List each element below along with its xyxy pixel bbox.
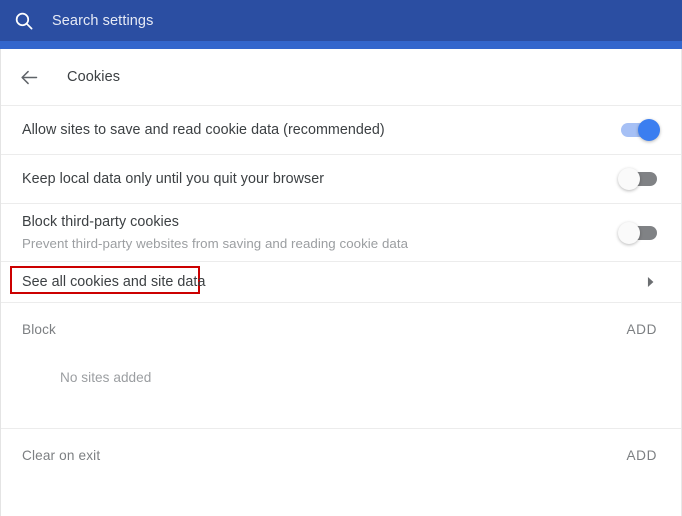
block-empty-message: No sites added bbox=[60, 370, 152, 385]
add-clear-on-exit-button[interactable]: ADD bbox=[626, 448, 657, 463]
toggle-knob bbox=[638, 119, 660, 141]
setting-row-text-group: Allow sites to save and read cookie data… bbox=[22, 120, 385, 140]
setting-row-text-group: Keep local data only until you quit your… bbox=[22, 169, 324, 189]
toggle-knob bbox=[618, 168, 640, 190]
setting-sublabel: Prevent third-party websites from saving… bbox=[22, 236, 409, 251]
see-all-cookies-label[interactable]: See all cookies and site data bbox=[22, 274, 205, 290]
setting-label: Block third-party cookies bbox=[22, 214, 179, 230]
section-header-block: Block ADD bbox=[1, 302, 681, 355]
toggle-keep-local-data[interactable] bbox=[618, 168, 657, 190]
search-input-placeholder[interactable]: Search settings bbox=[52, 13, 153, 29]
setting-row-keep-local-data[interactable]: Keep local data only until you quit your… bbox=[1, 154, 681, 203]
setting-label: Keep local data only until you quit your… bbox=[22, 171, 325, 187]
toggle-block-third-party[interactable] bbox=[618, 221, 657, 244]
add-block-button[interactable]: ADD bbox=[626, 322, 657, 337]
setting-row-block-third-party[interactable]: Block third-party cookies Prevent third-… bbox=[1, 203, 681, 261]
search-icon[interactable] bbox=[13, 10, 35, 32]
toggle-allow-cookies[interactable] bbox=[621, 119, 660, 141]
section-title: Clear on exit bbox=[22, 447, 101, 463]
setting-row-text-group: Block third-party cookies Prevent third-… bbox=[22, 212, 408, 253]
page-subheader: Cookies bbox=[1, 49, 681, 105]
toggle-knob bbox=[618, 221, 640, 244]
setting-label: Allow sites to save and read cookie data… bbox=[22, 122, 385, 138]
chevron-right-icon[interactable] bbox=[646, 276, 655, 288]
setting-row-allow-cookies[interactable]: Allow sites to save and read cookie data… bbox=[1, 105, 681, 154]
topbar-accent-strip bbox=[0, 41, 682, 49]
section-title: Block bbox=[22, 321, 56, 337]
search-bar[interactable]: Search settings bbox=[0, 0, 682, 41]
see-all-cookies-row[interactable]: See all cookies and site data bbox=[1, 261, 681, 302]
section-header-clear-on-exit: Clear on exit ADD bbox=[1, 428, 681, 481]
settings-window: Search settings Cookies Allow sites to s… bbox=[0, 0, 682, 516]
settings-panel: Cookies Allow sites to save and read coo… bbox=[0, 49, 682, 516]
page-title: Cookies bbox=[67, 69, 121, 85]
arrow-left-icon[interactable] bbox=[19, 67, 40, 88]
